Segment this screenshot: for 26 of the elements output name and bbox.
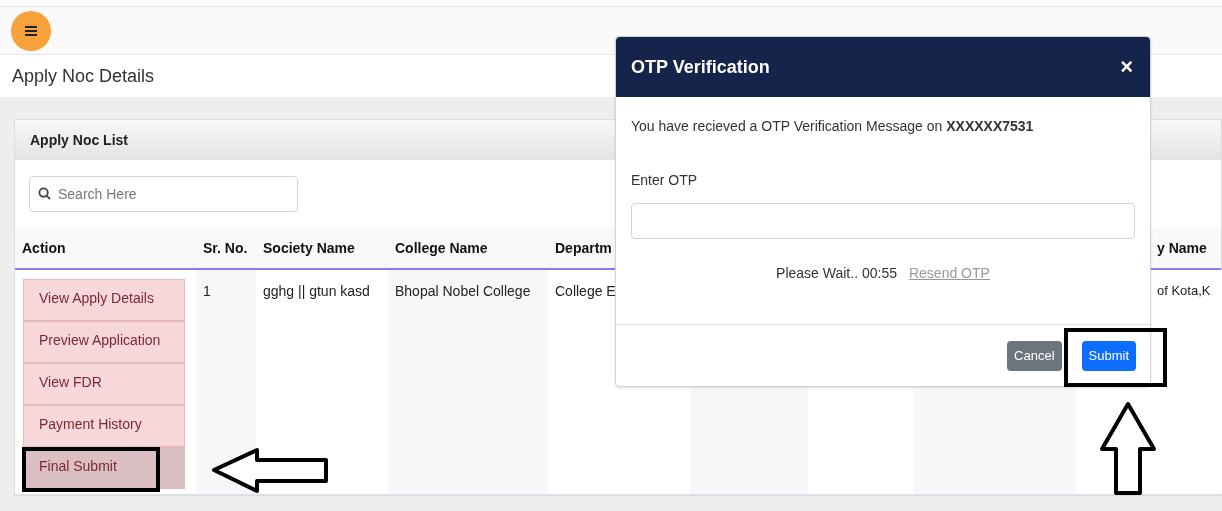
submit-button[interactable]: Submit xyxy=(1081,340,1136,371)
search-field[interactable]: Search Here xyxy=(29,176,298,212)
table-cell: 1 xyxy=(196,270,256,494)
column-header: Departm xyxy=(555,238,612,258)
table-cell: Bhopal Nobel College xyxy=(388,270,548,494)
action-button[interactable]: View FDR xyxy=(23,363,185,405)
menu-icon xyxy=(25,25,37,36)
column-header: y Name xyxy=(1157,238,1207,258)
dialog-title: OTP Verification xyxy=(631,55,770,79)
action-button[interactable]: Payment History xyxy=(23,405,185,447)
otp-input[interactable] xyxy=(631,203,1135,239)
column-header: Sr. No. xyxy=(203,238,248,258)
action-button[interactable]: View Apply Details xyxy=(23,279,185,321)
cancel-button[interactable]: Cancel xyxy=(1007,340,1062,371)
countdown-text: Please Wait.. 00:55 xyxy=(776,264,897,283)
page-title: Apply Noc Details xyxy=(12,64,155,88)
search-icon xyxy=(38,187,51,200)
column-header: Society Name xyxy=(263,238,355,258)
menu-button[interactable] xyxy=(11,10,51,51)
column-header: College Name xyxy=(395,238,488,258)
field-label: Enter OTP xyxy=(631,171,698,190)
action-button[interactable]: Preview Application xyxy=(23,321,185,363)
close-button[interactable]: × xyxy=(1118,56,1135,78)
otp-message: You have recieved a OTP Verification Message on XXXXXX7531 xyxy=(631,117,1035,136)
card-title: Apply Noc List xyxy=(30,130,128,150)
column-header: Action xyxy=(22,238,66,258)
